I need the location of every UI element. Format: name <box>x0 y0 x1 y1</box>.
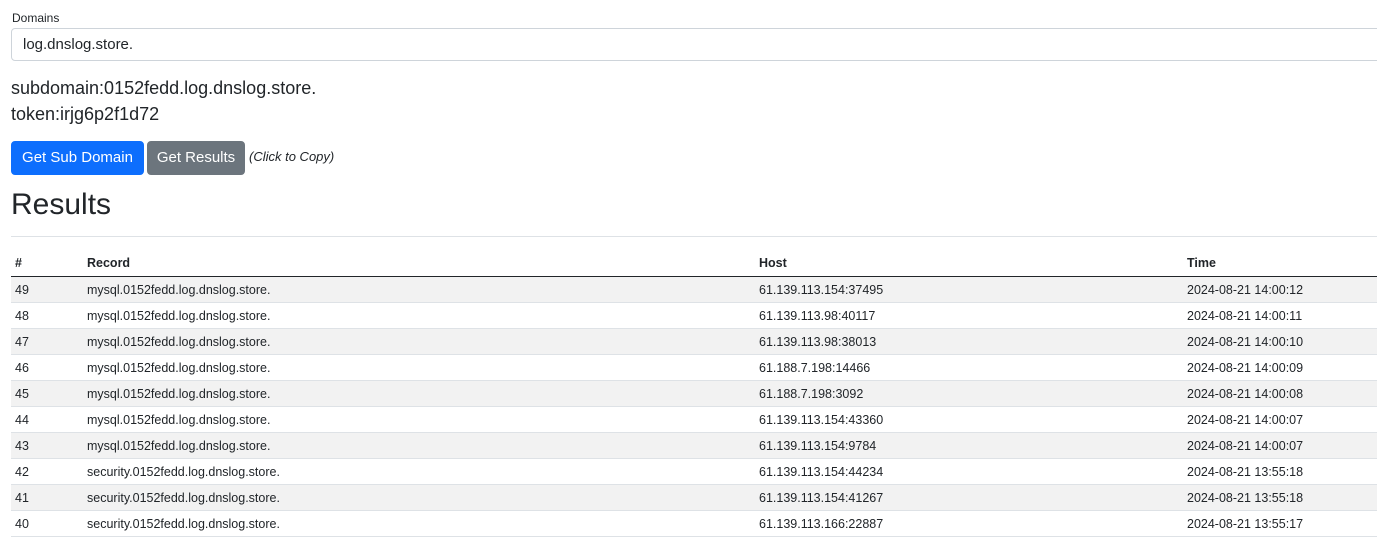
table-row: 43 mysql.0152fedd.log.dnslog.store. 61.1… <box>11 432 1377 459</box>
column-header-time: Time <box>1183 250 1377 277</box>
cell-number: 49 <box>11 276 83 303</box>
cell-time: 2024-08-21 14:00:11 <box>1183 302 1377 329</box>
copy-hint: (Click to Copy) <box>249 149 335 164</box>
cell-time: 2024-08-21 13:55:18 <box>1183 484 1377 511</box>
table-row: 45 mysql.0152fedd.log.dnslog.store. 61.1… <box>11 380 1377 407</box>
cell-time: 2024-08-21 13:55:17 <box>1183 510 1377 537</box>
cell-host: 61.188.7.198:14466 <box>755 354 1183 381</box>
cell-number: 45 <box>11 380 83 407</box>
cell-record: mysql.0152fedd.log.dnslog.store. <box>83 380 755 407</box>
cell-time: 2024-08-21 14:00:07 <box>1183 406 1377 433</box>
cell-number: 43 <box>11 432 83 459</box>
cell-record: mysql.0152fedd.log.dnslog.store. <box>83 328 755 355</box>
cell-time: 2024-08-21 14:00:07 <box>1183 432 1377 459</box>
cell-host: 61.139.113.154:41267 <box>755 484 1183 511</box>
results-heading: Results <box>11 188 112 221</box>
cell-record: mysql.0152fedd.log.dnslog.store. <box>83 276 755 303</box>
cell-record: security.0152fedd.log.dnslog.store. <box>83 484 755 511</box>
cell-time: 2024-08-21 13:55:18 <box>1183 458 1377 485</box>
table-row: 42 security.0152fedd.log.dnslog.store. 6… <box>11 458 1377 485</box>
cell-time: 2024-08-21 14:00:12 <box>1183 276 1377 303</box>
column-header-host: Host <box>755 250 1183 277</box>
table-row: 47 mysql.0152fedd.log.dnslog.store. 61.1… <box>11 328 1377 355</box>
subdomain-text[interactable]: subdomain:0152fedd.log.dnslog.store. <box>11 77 316 99</box>
column-header-number: # <box>11 250 83 277</box>
table-header-row: # Record Host Time <box>11 250 1377 277</box>
cell-host: 61.139.113.154:9784 <box>755 432 1183 459</box>
get-sub-domain-button[interactable]: Get Sub Domain <box>11 141 144 175</box>
divider <box>11 236 1377 237</box>
table-row: 48 mysql.0152fedd.log.dnslog.store. 61.1… <box>11 302 1377 329</box>
cell-record: security.0152fedd.log.dnslog.store. <box>83 510 755 537</box>
cell-number: 44 <box>11 406 83 433</box>
domains-label: Domains <box>12 11 60 25</box>
cell-number: 47 <box>11 328 83 355</box>
cell-time: 2024-08-21 14:00:10 <box>1183 328 1377 355</box>
cell-time: 2024-08-21 14:00:08 <box>1183 380 1377 407</box>
cell-record: mysql.0152fedd.log.dnslog.store. <box>83 302 755 329</box>
cell-number: 42 <box>11 458 83 485</box>
cell-record: mysql.0152fedd.log.dnslog.store. <box>83 354 755 381</box>
table-row: 41 security.0152fedd.log.dnslog.store. 6… <box>11 484 1377 511</box>
cell-record: security.0152fedd.log.dnslog.store. <box>83 458 755 485</box>
cell-host: 61.139.113.98:38013 <box>755 328 1183 355</box>
cell-time: 2024-08-21 14:00:09 <box>1183 354 1377 381</box>
table-row: 40 security.0152fedd.log.dnslog.store. 6… <box>11 510 1377 537</box>
cell-record: mysql.0152fedd.log.dnslog.store. <box>83 406 755 433</box>
cell-host: 61.139.113.154:44234 <box>755 458 1183 485</box>
cell-host: 61.188.7.198:3092 <box>755 380 1183 407</box>
cell-host: 61.139.113.166:22887 <box>755 510 1183 537</box>
table-row: 46 mysql.0152fedd.log.dnslog.store. 61.1… <box>11 354 1377 381</box>
table-row: 49 mysql.0152fedd.log.dnslog.store. 61.1… <box>11 276 1377 303</box>
token-text[interactable]: token:irjg6p2f1d72 <box>11 103 159 125</box>
get-results-button[interactable]: Get Results <box>147 141 245 175</box>
cell-number: 41 <box>11 484 83 511</box>
cell-host: 61.139.113.154:43360 <box>755 406 1183 433</box>
cell-number: 48 <box>11 302 83 329</box>
page: Domains log.dnslog.store. subdomain:0152… <box>0 0 1377 544</box>
cell-number: 40 <box>11 510 83 537</box>
column-header-record: Record <box>83 250 755 277</box>
table-row: 44 mysql.0152fedd.log.dnslog.store. 61.1… <box>11 406 1377 433</box>
cell-number: 46 <box>11 354 83 381</box>
cell-record: mysql.0152fedd.log.dnslog.store. <box>83 432 755 459</box>
cell-host: 61.139.113.154:37495 <box>755 276 1183 303</box>
results-table: # Record Host Time 49 mysql.0152fedd.log… <box>11 250 1377 537</box>
domains-select[interactable]: log.dnslog.store. <box>11 28 1377 61</box>
cell-host: 61.139.113.98:40117 <box>755 302 1183 329</box>
